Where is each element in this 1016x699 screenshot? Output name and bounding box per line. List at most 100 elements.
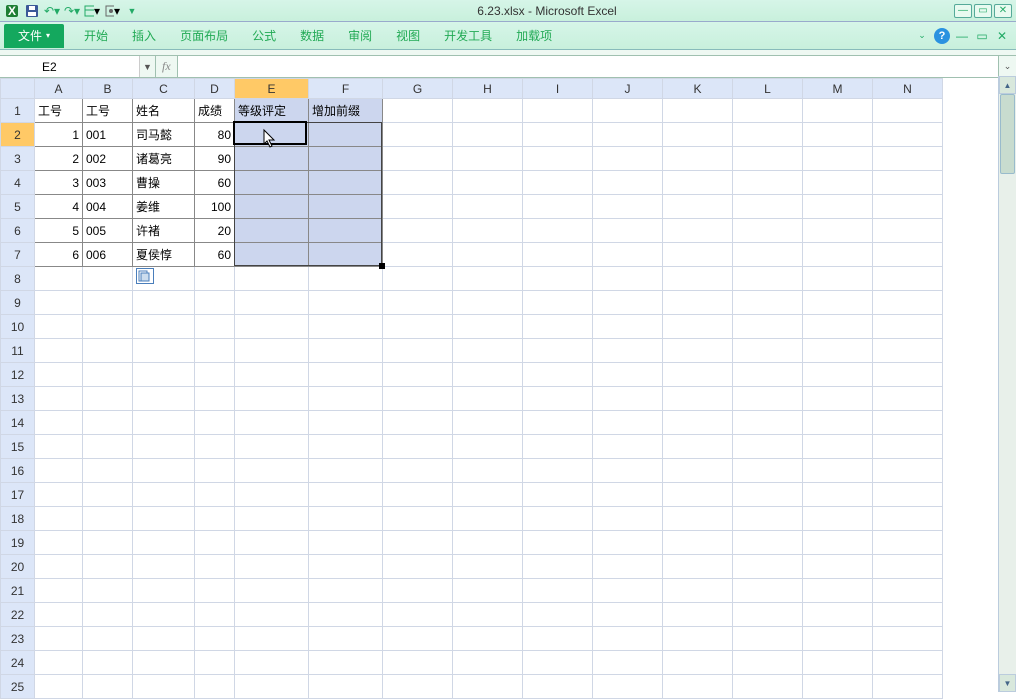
- cell-J1[interactable]: [593, 99, 663, 123]
- cell-G23[interactable]: [383, 627, 453, 651]
- cell-C9[interactable]: [133, 291, 195, 315]
- cell-I16[interactable]: [523, 459, 593, 483]
- cell-B24[interactable]: [83, 651, 133, 675]
- row-header-24[interactable]: 24: [1, 651, 35, 675]
- row-header-6[interactable]: 6: [1, 219, 35, 243]
- cell-J21[interactable]: [593, 579, 663, 603]
- col-header-B[interactable]: B: [83, 79, 133, 99]
- cell-N17[interactable]: [873, 483, 943, 507]
- cell-J24[interactable]: [593, 651, 663, 675]
- cell-A13[interactable]: [35, 387, 83, 411]
- cell-D8[interactable]: [195, 267, 235, 291]
- cell-J19[interactable]: [593, 531, 663, 555]
- cell-H6[interactable]: [453, 219, 523, 243]
- cell-B6[interactable]: 005: [83, 219, 133, 243]
- cell-G5[interactable]: [383, 195, 453, 219]
- cell-H20[interactable]: [453, 555, 523, 579]
- row-header-20[interactable]: 20: [1, 555, 35, 579]
- cell-H17[interactable]: [453, 483, 523, 507]
- cell-H10[interactable]: [453, 315, 523, 339]
- cell-K17[interactable]: [663, 483, 733, 507]
- cell-N19[interactable]: [873, 531, 943, 555]
- cell-H11[interactable]: [453, 339, 523, 363]
- cell-K5[interactable]: [663, 195, 733, 219]
- cell-G20[interactable]: [383, 555, 453, 579]
- cell-L25[interactable]: [733, 675, 803, 699]
- cell-J14[interactable]: [593, 411, 663, 435]
- cell-E1[interactable]: 等级评定: [235, 99, 309, 123]
- cell-B4[interactable]: 003: [83, 171, 133, 195]
- cell-D18[interactable]: [195, 507, 235, 531]
- cell-M14[interactable]: [803, 411, 873, 435]
- cell-L5[interactable]: [733, 195, 803, 219]
- tab-insert[interactable]: 插入: [120, 23, 168, 48]
- cell-L12[interactable]: [733, 363, 803, 387]
- cell-D20[interactable]: [195, 555, 235, 579]
- cell-F8[interactable]: [309, 267, 383, 291]
- row-header-11[interactable]: 11: [1, 339, 35, 363]
- formula-expand-icon[interactable]: ⌄: [998, 56, 1016, 77]
- cell-C22[interactable]: [133, 603, 195, 627]
- cell-L7[interactable]: [733, 243, 803, 267]
- scroll-down-icon[interactable]: ▼: [999, 674, 1016, 692]
- cell-F4[interactable]: [309, 171, 383, 195]
- cell-A4[interactable]: 3: [35, 171, 83, 195]
- cell-K20[interactable]: [663, 555, 733, 579]
- cell-F22[interactable]: [309, 603, 383, 627]
- cell-L18[interactable]: [733, 507, 803, 531]
- cell-H22[interactable]: [453, 603, 523, 627]
- cell-E11[interactable]: [235, 339, 309, 363]
- cell-D9[interactable]: [195, 291, 235, 315]
- cell-G3[interactable]: [383, 147, 453, 171]
- cell-N15[interactable]: [873, 435, 943, 459]
- cell-M24[interactable]: [803, 651, 873, 675]
- cell-L1[interactable]: [733, 99, 803, 123]
- cell-M20[interactable]: [803, 555, 873, 579]
- cell-M17[interactable]: [803, 483, 873, 507]
- restore-button[interactable]: ▭: [974, 4, 992, 18]
- name-box-dropdown-icon[interactable]: ▼: [139, 56, 155, 77]
- col-header-C[interactable]: C: [133, 79, 195, 99]
- tab-review[interactable]: 审阅: [336, 23, 384, 48]
- cell-G6[interactable]: [383, 219, 453, 243]
- qat-item-icon[interactable]: ▾: [84, 3, 100, 19]
- cell-I6[interactable]: [523, 219, 593, 243]
- col-header-G[interactable]: G: [383, 79, 453, 99]
- cell-E15[interactable]: [235, 435, 309, 459]
- row-header-18[interactable]: 18: [1, 507, 35, 531]
- cell-I11[interactable]: [523, 339, 593, 363]
- cell-F24[interactable]: [309, 651, 383, 675]
- close-button[interactable]: ✕: [994, 4, 1012, 18]
- cell-B22[interactable]: [83, 603, 133, 627]
- cell-N24[interactable]: [873, 651, 943, 675]
- cell-N9[interactable]: [873, 291, 943, 315]
- cell-B16[interactable]: [83, 459, 133, 483]
- cell-A3[interactable]: 2: [35, 147, 83, 171]
- paste-options-icon[interactable]: [136, 268, 154, 284]
- cell-M8[interactable]: [803, 267, 873, 291]
- cell-M3[interactable]: [803, 147, 873, 171]
- cell-A12[interactable]: [35, 363, 83, 387]
- cell-A21[interactable]: [35, 579, 83, 603]
- tab-page-layout[interactable]: 页面布局: [168, 23, 240, 48]
- cell-A16[interactable]: [35, 459, 83, 483]
- doc-minimize-icon[interactable]: —: [954, 28, 970, 44]
- cell-A10[interactable]: [35, 315, 83, 339]
- cell-E7[interactable]: [235, 243, 309, 267]
- cell-E9[interactable]: [235, 291, 309, 315]
- cell-K3[interactable]: [663, 147, 733, 171]
- cell-L16[interactable]: [733, 459, 803, 483]
- cell-J4[interactable]: [593, 171, 663, 195]
- cell-A25[interactable]: [35, 675, 83, 699]
- cell-D1[interactable]: 成绩: [195, 99, 235, 123]
- cell-K24[interactable]: [663, 651, 733, 675]
- cell-H9[interactable]: [453, 291, 523, 315]
- cell-J25[interactable]: [593, 675, 663, 699]
- cell-L8[interactable]: [733, 267, 803, 291]
- cell-I15[interactable]: [523, 435, 593, 459]
- qat-dropdown-icon[interactable]: ▼: [124, 3, 140, 19]
- cell-G9[interactable]: [383, 291, 453, 315]
- row-header-21[interactable]: 21: [1, 579, 35, 603]
- col-header-J[interactable]: J: [593, 79, 663, 99]
- cell-B8[interactable]: [83, 267, 133, 291]
